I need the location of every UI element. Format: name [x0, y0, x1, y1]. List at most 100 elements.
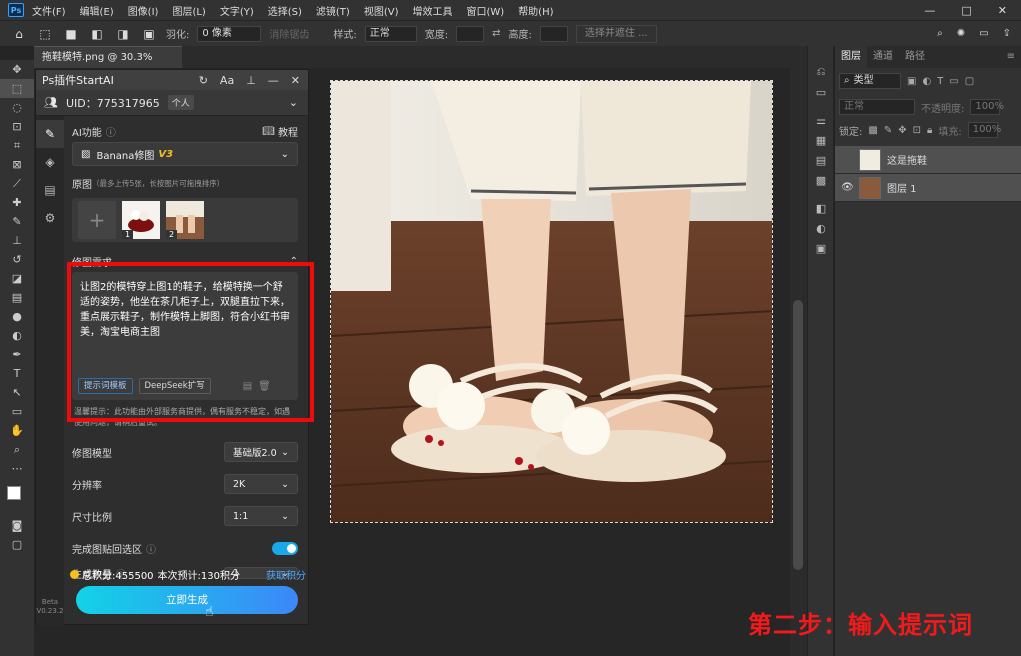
tutorial-link[interactable]: 教程 [278, 124, 298, 139]
hand-tool-icon[interactable]: ✋ [0, 421, 34, 440]
new-selection-icon[interactable]: ■ [62, 25, 80, 43]
lock-brush-icon[interactable]: ✎ [884, 125, 892, 136]
menu-select[interactable]: 选择(S) [268, 3, 302, 18]
layer-row[interactable]: 这是拖鞋 [835, 146, 1021, 174]
share-icon[interactable]: ⇪ [1003, 28, 1011, 39]
add-image-button[interactable]: + [78, 201, 116, 239]
maximize-button[interactable]: □ [961, 4, 971, 17]
menu-view[interactable]: 视图(V) [364, 3, 399, 18]
shape-tool-icon[interactable]: ▭ [0, 402, 34, 421]
info-icon[interactable]: ⓘ [146, 541, 156, 556]
filter-smart-icon[interactable]: ▢ [965, 76, 974, 87]
menu-filter[interactable]: 滤镜(T) [316, 3, 350, 18]
lock-all-icon[interactable]: 🔒︎ [927, 125, 932, 136]
menu-plugins[interactable]: 增效工具 [412, 3, 452, 18]
width-input[interactable] [456, 25, 485, 42]
lock-artboard-icon[interactable]: ⊡ [913, 125, 921, 136]
properties-panel-icon[interactable]: ⚌ [808, 110, 834, 130]
rectangle-marquee-tool-icon[interactable]: ⬚ [0, 79, 34, 98]
tab-layers[interactable]: 图层 [835, 46, 867, 68]
select-and-mask-button[interactable]: 选择并遮住 ... [575, 24, 657, 43]
brush-tool-icon[interactable]: ✎ [0, 212, 34, 231]
close-window-button[interactable]: ✕ [998, 4, 1007, 17]
type-tool-icon[interactable]: T [0, 364, 34, 383]
tab-channels[interactable]: 通道 [867, 46, 899, 68]
history-panel-icon[interactable]: ⎌ [808, 62, 834, 82]
antialias-label[interactable]: 消除锯齿 [269, 26, 309, 41]
swap-icon[interactable]: ⇄ [492, 28, 500, 39]
menu-edit[interactable]: 编辑(E) [80, 3, 114, 18]
lock-transparent-icon[interactable]: ▩ [868, 125, 877, 136]
subtract-selection-icon[interactable]: ◨ [114, 25, 132, 43]
document-icon[interactable]: ▤ [36, 176, 64, 204]
book-icon[interactable]: 📖︎ [262, 126, 275, 137]
move-tool-icon[interactable]: ✥ [0, 60, 34, 79]
filter-shape-icon[interactable]: ▭ [949, 76, 958, 87]
eyedropper-tool-icon[interactable]: ⟋ [0, 174, 34, 193]
pin-icon[interactable]: ⊥ [246, 74, 256, 87]
discover-icon[interactable]: ✺ [957, 28, 965, 39]
frame-tool-icon[interactable]: ⊠ [0, 155, 34, 174]
zoom-tool-icon[interactable]: ⌕ [0, 440, 34, 459]
filter-adjust-icon[interactable]: ◐ [922, 76, 931, 87]
blur-tool-icon[interactable]: ● [0, 307, 34, 326]
stamp-tool-icon[interactable]: ⊥ [0, 231, 34, 250]
panel-menu-icon[interactable]: ≡ [1001, 46, 1021, 68]
menu-layer[interactable]: 图层(L) [172, 3, 205, 18]
object-select-tool-icon[interactable]: ⊡ [0, 117, 34, 136]
feather-input[interactable]: 0 像素 [197, 25, 262, 42]
grid-panel-icon[interactable]: ▩ [808, 170, 834, 190]
intersect-selection-icon[interactable]: ▣ [140, 25, 158, 43]
color-swatches[interactable] [0, 478, 34, 516]
layer-name[interactable]: 这是拖鞋 [887, 152, 927, 167]
minimize-icon[interactable]: — [268, 74, 279, 87]
document-tab[interactable]: 拖鞋模特.png @ 30.3%(RGB/8#) * × [34, 46, 182, 85]
source-thumbnail[interactable]: 2 [166, 201, 204, 239]
ratio-select[interactable]: 1:1 ⌄ [224, 506, 298, 526]
more-tools-icon[interactable]: ⋯ [0, 459, 34, 478]
opacity-input[interactable]: 100% [970, 99, 1004, 115]
swatches-panel-icon[interactable]: ▤ [808, 150, 834, 170]
menu-window[interactable]: 窗口(W) [466, 3, 504, 18]
chevron-down-icon[interactable]: ⌄ [289, 96, 308, 109]
filter-type-icon[interactable]: T [937, 76, 943, 87]
add-selection-icon[interactable]: ◧ [88, 25, 106, 43]
resolution-select[interactable]: 2K ⌄ [224, 474, 298, 494]
history-brush-tool-icon[interactable]: ↺ [0, 250, 34, 269]
source-thumbnail[interactable]: 1 [122, 201, 160, 239]
minimize-button[interactable]: — [924, 4, 935, 17]
channels-panel-icon[interactable]: ▣ [808, 238, 834, 258]
earn-points-link[interactable]: 获取积分 [266, 567, 306, 582]
menu-type[interactable]: 文字(Y) [220, 3, 254, 18]
crop-tool-icon[interactable]: ⌗ [0, 136, 34, 155]
menu-file[interactable]: 文件(F) [32, 3, 66, 18]
lasso-tool-icon[interactable]: ◌ [0, 98, 34, 117]
dodge-tool-icon[interactable]: ◐ [0, 326, 34, 345]
edit-icon[interactable]: ✎ [36, 120, 64, 148]
layer-filter-select[interactable]: ⌕ 类型 [839, 73, 901, 89]
menu-image[interactable]: 图像(I) [128, 3, 159, 18]
style-select[interactable]: 正常 [364, 25, 417, 42]
refresh-icon[interactable]: ↻ [199, 74, 208, 87]
quick-mask-icon[interactable]: ◙ [0, 516, 34, 535]
path-select-tool-icon[interactable]: ↖ [0, 383, 34, 402]
layers-panel-icon[interactable]: ◧ [808, 198, 834, 218]
layers-icon[interactable]: ◈ [36, 148, 64, 176]
eraser-tool-icon[interactable]: ◪ [0, 269, 34, 288]
height-input[interactable] [539, 25, 568, 42]
healing-brush-tool-icon[interactable]: ✚ [0, 193, 34, 212]
workspace-icon[interactable]: ▭ [979, 28, 988, 39]
lock-move-icon[interactable]: ✥ [898, 125, 906, 136]
eye-icon[interactable]: 👁︎ [841, 182, 854, 193]
home-icon[interactable]: ⌂ [10, 25, 28, 43]
ai-function-select[interactable]: ▨ Banana修图 V3 ⌄ [72, 142, 298, 166]
filter-pixel-icon[interactable]: ▣ [907, 76, 916, 87]
scrollbar-thumb[interactable] [793, 300, 803, 570]
model-select[interactable]: 基础版2.0 ⌄ [224, 442, 298, 462]
adjustments-panel-icon[interactable]: ◐ [808, 218, 834, 238]
paste-selection-toggle[interactable] [272, 541, 298, 555]
libraries-panel-icon[interactable]: ▦ [808, 130, 834, 150]
font-size-icon[interactable]: Aa [220, 74, 234, 87]
comments-panel-icon[interactable]: ▭ [808, 82, 834, 102]
close-icon[interactable]: ✕ [291, 74, 300, 87]
